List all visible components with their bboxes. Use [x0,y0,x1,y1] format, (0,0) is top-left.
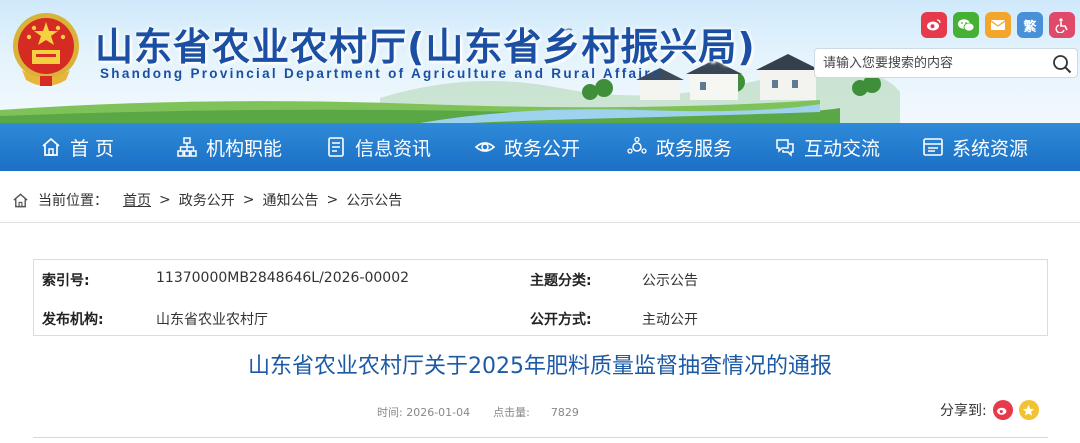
weibo-icon[interactable] [921,12,947,38]
nav-label: 政务服务 [656,137,733,160]
views-label: 点击量: [493,406,530,419]
nav-item-info[interactable]: 信息资讯 [325,123,431,171]
article-title: 山东省农业农村厅关于2025年肥料质量监督抽查情况的通报 [248,354,832,379]
breadcrumb-item[interactable]: 公示公告 [346,190,402,210]
nav-item-gov-services[interactable]: 政务服务 [626,123,732,171]
time-value: 2026-01-04 [406,406,471,419]
breadcrumb-item[interactable]: 通知公告 [262,190,318,210]
nav-label: 首 页 [70,137,115,160]
publisher-value: 山东省农业农村厅 [156,312,268,328]
nav-label: 系统资源 [952,137,1029,160]
site-title: 山东省农业农村厅(山东省乡村振兴局) [95,25,756,69]
header-banner: 山东省农业农村厅(山东省乡村振兴局) Shandong Provincial D… [0,0,1080,123]
content-divider [33,437,1048,438]
search-input[interactable] [815,49,1045,77]
site-subtitle: Shandong Provincial Department of Agricu… [100,66,662,81]
accessibility-icon[interactable] [1049,12,1075,38]
nav-item-gov-affairs[interactable]: 政务公开 [474,123,580,171]
main-nav: 首 页 机构职能 信息资讯 政务公开 政务服务 互动交流 系统资源 [0,123,1080,171]
breadcrumb-home-link[interactable]: 首页 [123,190,151,210]
nav-item-home[interactable]: 首 页 [40,123,114,171]
article-meta: 时间: 2026-01-04 点击量: 7829 [377,404,579,420]
system-icon [923,138,943,156]
breadcrumb: 当前位置： 首页 > 政务公开 > 通知公告 > 公示公告 [12,188,402,212]
index-value: 11370000MB2848646L/2026-00002 [156,270,410,286]
national-emblem-icon [13,13,79,86]
traditional-chinese-icon[interactable]: 繁 [1017,12,1043,38]
mail-icon[interactable] [985,12,1011,38]
category-value: 公示公告 [642,273,698,289]
disclosure-value: 主动公开 [642,312,698,328]
org-chart-icon [177,137,197,157]
nav-item-interaction[interactable]: 互动交流 [774,123,880,171]
share-weibo-icon[interactable] [992,400,1013,420]
chat-icon [776,139,794,157]
breadcrumb-label: 当前位置： [38,193,108,209]
wechat-icon[interactable] [953,12,979,38]
document-info-table: 索引号: 11370000MB2848646L/2026-00002 主题分类:… [33,259,1048,336]
nav-label: 政务公开 [504,137,581,160]
nav-label: 互动交流 [804,137,881,160]
disclosure-label: 公开方式: [530,312,592,328]
service-icon [627,136,647,154]
category-label: 主题分类: [530,273,592,289]
search-box [814,48,1078,78]
nav-item-org[interactable]: 机构职能 [176,123,282,171]
breadcrumb-divider [0,222,1080,223]
eye-icon [474,142,496,152]
share-qzone-icon[interactable] [1018,400,1039,420]
index-label: 索引号: [42,273,90,289]
nav-label: 信息资讯 [355,137,432,160]
search-icon[interactable] [1051,53,1073,75]
document-icon [328,137,344,157]
nav-label: 机构职能 [206,137,283,160]
top-icon-bar: 繁 [921,12,1075,38]
home-icon [42,137,60,156]
breadcrumb-separator: > [326,192,339,208]
breadcrumb-separator: > [242,192,255,208]
share-label: 分享到: [940,403,987,419]
nav-item-system[interactable]: 系统资源 [922,123,1028,171]
share-bar: 分享到: [940,397,1039,423]
breadcrumb-item[interactable]: 政务公开 [179,190,235,210]
time-label: 时间: [377,406,403,419]
breadcrumb-separator: > [159,192,171,208]
publisher-label: 发布机构: [42,312,104,328]
views-value: 7829 [550,406,579,419]
home-icon [13,192,28,207]
